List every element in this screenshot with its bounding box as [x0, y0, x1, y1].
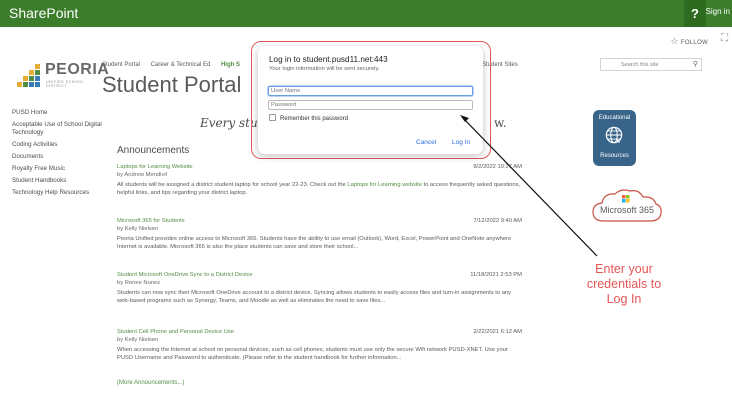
- announcement-body: All students will be assigned a district…: [117, 181, 522, 197]
- focus-mode-icon[interactable]: ⛶: [721, 33, 728, 44]
- leftnav-royalty-free-music[interactable]: Royalty Free Music: [12, 165, 112, 173]
- leftnav-student-handbooks[interactable]: Student Handbooks: [12, 177, 112, 185]
- educational-resources-tile[interactable]: Educational Resources: [593, 110, 636, 166]
- announcement-title[interactable]: Student Microsoft OneDrive Sync to a Dis…: [117, 271, 522, 279]
- cancel-button[interactable]: Cancel: [416, 139, 436, 146]
- announcement-item: Student Cell Phone and Personal Device U…: [117, 328, 522, 362]
- login-dialog-subtitle: Your login information will be sent secu…: [269, 66, 380, 72]
- announcement-title[interactable]: Microsoft 365 for Students: [117, 217, 522, 225]
- announcement-date: 11/18/2021 2:53 PM: [470, 272, 522, 278]
- laptops-for-learning-link[interactable]: Laptops for Learning website: [347, 182, 421, 188]
- peoria-logo[interactable]: PEORIA UNIFIED SCHOOL DISTRICT: [17, 60, 109, 90]
- remember-password-label: Remember this password: [280, 116, 349, 122]
- announcements-heading: Announcements: [117, 145, 190, 156]
- announcement-item: Laptops for Learning Website by Andrew M…: [117, 163, 522, 197]
- nav-high-school[interactable]: High S: [221, 62, 240, 68]
- search-input[interactable]: [601, 59, 687, 70]
- tagline-right: w.: [494, 116, 507, 130]
- announcement-title[interactable]: Student Cell Phone and Personal Device U…: [117, 328, 522, 336]
- top-navigation: Student Portal Career & Technical Ed Hig…: [102, 62, 249, 68]
- edu-tile-label-bottom: Resources: [600, 153, 629, 159]
- follow-label: FOLLOW: [680, 40, 708, 46]
- sharepoint-brand[interactable]: SharePoint: [9, 5, 78, 21]
- microsoft-365-tile[interactable]: Microsoft 365: [590, 188, 664, 224]
- edu-tile-label-top: Educational: [598, 115, 631, 121]
- checkbox-icon[interactable]: [269, 114, 276, 121]
- announcement-title[interactable]: Laptops for Learning Website: [117, 163, 522, 171]
- announcement-body: Peoria Unified provides online access to…: [117, 236, 512, 250]
- annotation-line: Enter your: [595, 262, 653, 276]
- announcement-author: by Andrew Mendivil: [117, 172, 167, 178]
- announcement-author: by Renee Nunez: [117, 280, 161, 286]
- search-icon[interactable]: ⚲: [693, 60, 698, 68]
- password-field[interactable]: [268, 100, 473, 110]
- microsoft-365-label: Microsoft 365: [599, 205, 655, 215]
- left-navigation: PUSD Home Acceptable Use of School Digit…: [12, 109, 112, 201]
- nav-student-portal[interactable]: Student Portal: [102, 62, 140, 68]
- more-announcements-link[interactable]: (More Announcements...): [117, 380, 184, 386]
- nav-career-technical-ed[interactable]: Career & Technical Ed: [151, 62, 211, 68]
- leftnav-acceptable-use[interactable]: Acceptable Use of School Digital Technol…: [12, 121, 112, 137]
- logo-mark-icon: [17, 64, 43, 88]
- announcement-body-text: All students will be assigned a district…: [117, 182, 348, 188]
- login-button[interactable]: Log In: [452, 139, 470, 146]
- announcement-body: Students can now sync their Microsoft On…: [117, 290, 512, 304]
- logo-subtitle: UNIFIED SCHOOL DISTRICT: [46, 80, 85, 88]
- announcement-body: When accessing the Internet at school on…: [117, 347, 508, 361]
- announcement-author: by Kelly Nielsen: [117, 226, 159, 232]
- announcement-item: Student Microsoft OneDrive Sync to a Dis…: [117, 271, 522, 305]
- announcement-item: Microsoft 365 for Students by Kelly Niel…: [117, 217, 522, 251]
- help-button[interactable]: ?: [684, 0, 706, 27]
- username-field[interactable]: [268, 86, 473, 96]
- leftnav-documents[interactable]: Documents: [12, 153, 112, 161]
- site-search[interactable]: ⚲: [600, 58, 702, 71]
- annotation-text: Enter your credentials to Log In: [574, 262, 674, 307]
- star-icon: ☆: [670, 36, 679, 46]
- announcement-date: 7/12/2022 9:40 AM: [473, 218, 522, 224]
- annotation-line: Log In: [606, 292, 642, 306]
- leftnav-technology-help[interactable]: Technology Help Resources: [12, 189, 112, 197]
- suite-bar: SharePoint ? Sign in: [0, 0, 732, 27]
- leftnav-pusd-home[interactable]: PUSD Home: [12, 109, 112, 117]
- page-title: Student Portal: [102, 72, 242, 97]
- announcement-author: by Kelly Nielsen: [117, 337, 159, 343]
- login-dialog: Log in to student.pusd11.net:443 Your lo…: [258, 46, 483, 154]
- announcement-date: 8/2/2022 10:27 AM: [473, 164, 522, 170]
- logo-name: PEORIA: [45, 61, 110, 78]
- announcement-date: 2/22/2021 6:12 AM: [473, 329, 522, 335]
- sign-in-link[interactable]: Sign in: [706, 7, 730, 16]
- login-dialog-title: Log in to student.pusd11.net:443: [269, 55, 388, 64]
- globe-icon: [605, 126, 623, 144]
- remember-password-checkbox[interactable]: Remember this password: [269, 114, 348, 122]
- follow-button[interactable]: ☆ FOLLOW: [670, 36, 708, 47]
- annotation-line: credentials to: [586, 277, 662, 291]
- leftnav-coding-activities[interactable]: Coding Activities: [12, 141, 112, 149]
